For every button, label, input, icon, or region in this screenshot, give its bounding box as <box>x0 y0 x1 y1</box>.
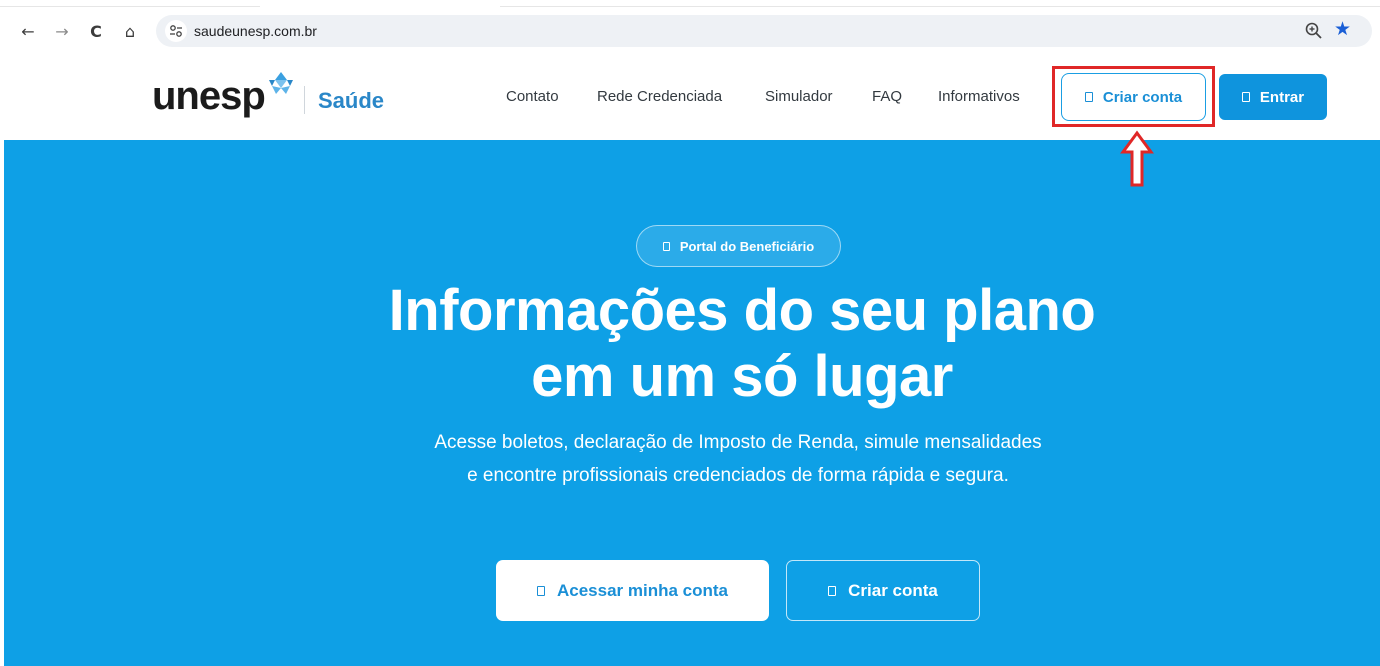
hero-title: Informações do seu plano em um só lugar <box>4 278 1380 410</box>
nav-link-faq[interactable]: FAQ <box>872 88 902 105</box>
url-text[interactable]: saudeunesp.com.br <box>194 23 317 39</box>
address-bar[interactable]: saudeunesp.com.br ★ <box>156 15 1372 47</box>
annotation-up-arrow-icon <box>1120 130 1154 187</box>
forward-icon[interactable]: → <box>50 20 74 44</box>
reload-icon[interactable]: C <box>84 20 108 44</box>
shield-icon <box>662 241 670 251</box>
annotation-highlight-box <box>1052 66 1215 127</box>
login-icon <box>1241 92 1250 102</box>
hero-title-line1: Informações do seu plano <box>388 278 1096 343</box>
hero-criar-conta-button[interactable]: Criar conta <box>786 560 980 621</box>
hero-subtitle: Acesse boletos, declaração de Imposto de… <box>434 432 1042 486</box>
entrar-button[interactable]: Entrar <box>1219 74 1327 120</box>
nav-link-rede-credenciada[interactable]: Rede Credenciada <box>597 88 722 105</box>
logo-subtitle[interactable]: Saúde <box>318 88 384 114</box>
hero-title-line2: em um só lugar <box>531 344 953 409</box>
bookmark-star-icon[interactable]: ★ <box>1334 18 1351 40</box>
hero-section: Portal do Beneficiário Informações do se… <box>4 140 1380 666</box>
nav-link-informativos[interactable]: Informativos <box>938 88 1020 105</box>
logo-mark-icon <box>269 72 293 94</box>
browser-toolbar: ← → C ⌂ saudeunesp.com.br ★ <box>0 0 1380 52</box>
nav-link-contato[interactable]: Contato <box>506 88 559 105</box>
nav-link-simulador[interactable]: Simulador <box>765 88 833 105</box>
logo-divider <box>304 86 305 114</box>
login-icon <box>536 585 545 596</box>
acessar-minha-conta-button[interactable]: Acessar minha conta <box>496 560 769 621</box>
tabstrip-divider <box>0 6 1380 7</box>
home-icon[interactable]: ⌂ <box>118 20 142 44</box>
portal-badge: Portal do Beneficiário <box>636 225 841 267</box>
logo-text[interactable]: unesp <box>152 74 266 119</box>
entrar-label: Entrar <box>1259 88 1305 106</box>
user-plus-icon <box>828 585 837 596</box>
back-icon[interactable]: ← <box>16 20 40 44</box>
acessar-minha-conta-label: Acessar minha conta <box>556 580 728 600</box>
active-tab-gap <box>260 2 500 8</box>
hero-criar-conta-label: Criar conta <box>848 580 938 600</box>
portal-badge-label: Portal do Beneficiário <box>679 238 815 254</box>
site-info-icon[interactable] <box>165 20 187 42</box>
zoom-icon[interactable] <box>1304 21 1324 41</box>
